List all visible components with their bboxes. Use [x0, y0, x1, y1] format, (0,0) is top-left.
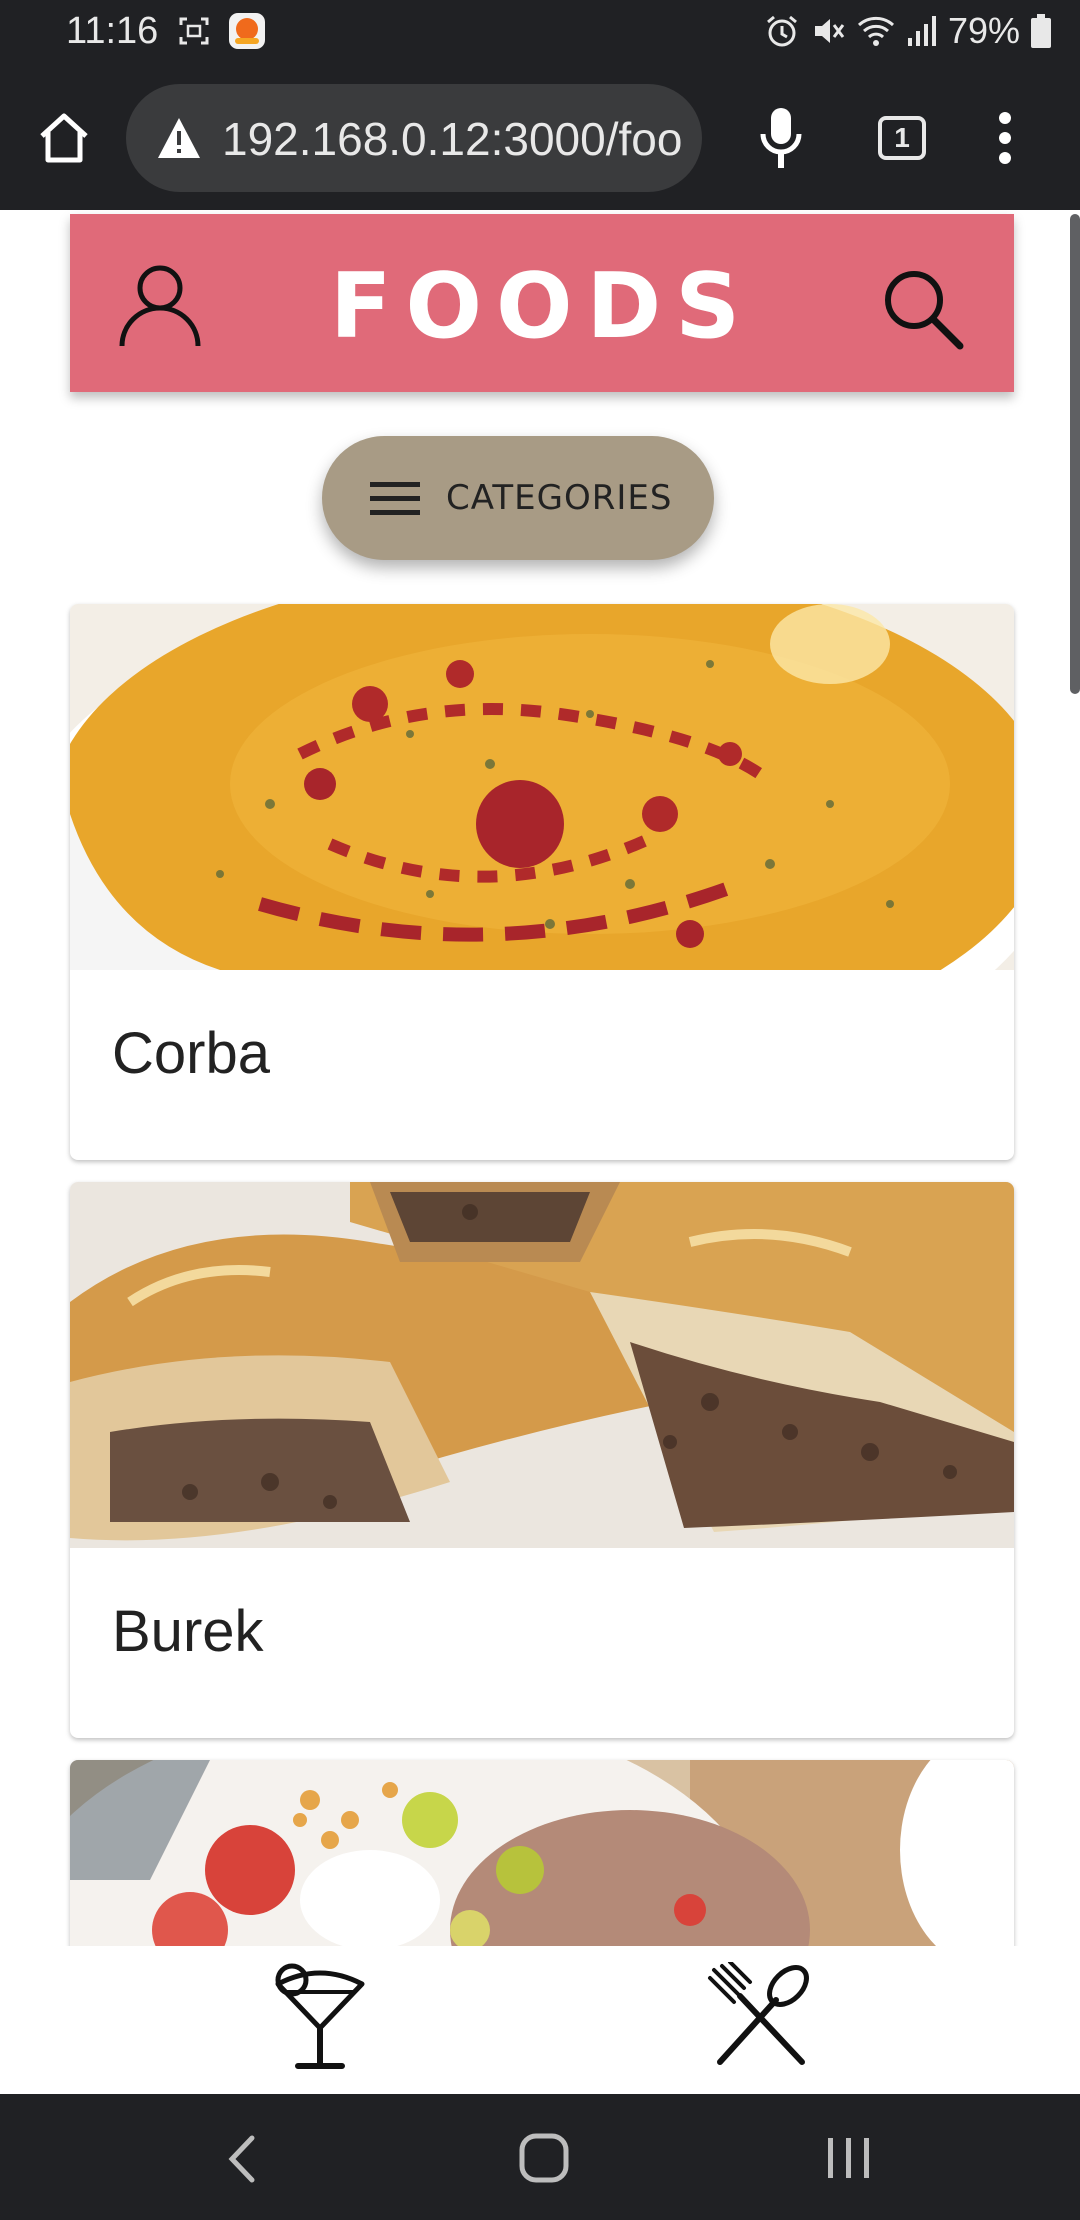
scrollbar[interactable] [1070, 214, 1080, 694]
app-notification-icon [229, 13, 265, 49]
app-header: FOODS [70, 214, 1014, 392]
status-time: 11:16 [66, 10, 159, 52]
food-image[interactable] [70, 1760, 1014, 1946]
food-image[interactable] [70, 1182, 1014, 1548]
food-card[interactable]: Corba [70, 604, 1014, 1160]
menu-icon [370, 482, 420, 515]
food-card[interactable]: Burek [70, 1182, 1014, 1738]
tab-switcher-button[interactable]: 1 [878, 116, 926, 160]
search-icon[interactable] [878, 264, 966, 352]
signal-icon [907, 16, 936, 46]
food-name[interactable]: Corba [112, 1020, 270, 1087]
home-icon[interactable] [36, 110, 92, 166]
status-left-icons [178, 12, 266, 50]
browser-toolbar: 192.168.0.12:3000/foods 1 [0, 66, 1080, 210]
categories-label: CATEGORIES [446, 478, 673, 518]
categories-button[interactable]: CATEGORIES [322, 436, 714, 560]
url-text[interactable]: 192.168.0.12:3000/foods [222, 112, 682, 166]
bottom-navigation [0, 1946, 1080, 2094]
battery-percent: 79% [947, 10, 1020, 51]
screenshot-icon [179, 17, 209, 45]
status-right-icons: 79% [764, 10, 1052, 52]
food-card[interactable] [70, 1760, 1014, 1946]
page-title: FOODS [329, 254, 755, 359]
status-bar: 11:16 79% [0, 0, 1080, 66]
warning-icon[interactable] [156, 116, 202, 160]
system-navigation-bar [0, 2094, 1080, 2220]
wifi-icon [857, 16, 894, 46]
recent-apps-icon[interactable] [824, 2134, 874, 2182]
url-bar[interactable]: 192.168.0.12:3000/foods [126, 84, 702, 192]
alarm-icon [766, 15, 797, 47]
cocktail-icon[interactable] [270, 1962, 370, 2072]
food-image[interactable] [70, 604, 1014, 970]
mic-icon[interactable] [754, 106, 808, 170]
page-content[interactable]: FOODS CATEGORIES Corba Burek [0, 210, 1080, 1946]
mute-icon [814, 19, 845, 43]
more-icon[interactable] [990, 110, 1020, 166]
home-icon[interactable] [518, 2132, 570, 2184]
fork-spoon-icon[interactable] [706, 1962, 816, 2072]
battery-icon [1031, 14, 1051, 48]
back-icon[interactable] [224, 2134, 260, 2184]
food-name[interactable]: Burek [112, 1598, 264, 1665]
